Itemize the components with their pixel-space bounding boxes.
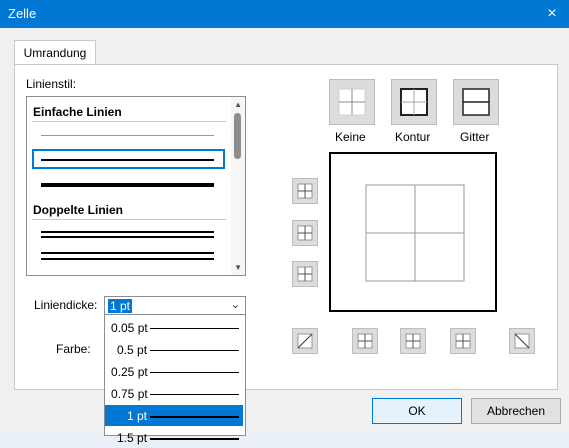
- ok-button[interactable]: OK: [372, 398, 462, 424]
- line-option[interactable]: [41, 183, 214, 187]
- color-label: Farbe:: [56, 342, 91, 356]
- section-simple-lines: Einfache Linien: [33, 105, 122, 119]
- border-bottom-button[interactable]: [292, 261, 318, 287]
- title-bar: Zelle ×: [0, 0, 569, 28]
- border-middle-button[interactable]: [292, 220, 318, 246]
- border-grid-icon: [462, 88, 490, 116]
- dropdown-option[interactable]: 0.25 pt: [105, 361, 243, 382]
- scrollbar[interactable]: ▲ ▼: [231, 97, 245, 275]
- line-option[interactable]: [41, 252, 214, 254]
- preset-outline-label: Kontur: [395, 130, 431, 144]
- line-option[interactable]: [41, 236, 214, 238]
- preview-grid: [365, 184, 465, 282]
- border-center-icon: [405, 333, 421, 349]
- border-right-icon: [455, 333, 471, 349]
- border-top-icon: [297, 183, 313, 199]
- section-double-lines: Doppelte Linien: [33, 203, 123, 217]
- border-left-button[interactable]: [352, 328, 378, 354]
- border-bottom-icon: [297, 266, 313, 282]
- diagonal-up-icon: [297, 333, 313, 349]
- line-option[interactable]: [41, 135, 214, 136]
- scroll-up-icon[interactable]: ▲: [234, 100, 242, 109]
- border-none-icon: [338, 88, 366, 116]
- close-icon[interactable]: ×: [541, 3, 563, 25]
- dropdown-option-selected[interactable]: 1 pt: [105, 405, 243, 426]
- chevron-down-icon[interactable]: ⌄: [231, 298, 240, 311]
- dialog-window: Zelle × Umrandung Linienstil: Einfache L…: [0, 0, 569, 445]
- tab-umrandung[interactable]: Umrandung: [14, 40, 96, 65]
- border-left-icon: [357, 333, 373, 349]
- line-width-dropdown[interactable]: 0.05 pt 0.5 pt 0.25 pt 0.75 pt 1 pt 1.5 …: [104, 314, 246, 445]
- line-style-list[interactable]: Einfache Linien Doppelte Linien ▲ ▼: [26, 96, 246, 276]
- border-center-button[interactable]: [400, 328, 426, 354]
- border-top-button[interactable]: [292, 178, 318, 204]
- dropdown-option[interactable]: 1.5 pt: [105, 427, 243, 448]
- border-preview[interactable]: [329, 152, 497, 312]
- dropdown-option[interactable]: 0.05 pt: [105, 317, 243, 338]
- border-middle-icon: [297, 225, 313, 241]
- preset-none-label: Keine: [335, 130, 366, 144]
- border-right-button[interactable]: [450, 328, 476, 354]
- line-width-select[interactable]: 1 pt ⌄: [104, 296, 246, 316]
- preset-grid-label: Gitter: [460, 130, 490, 144]
- scroll-thumb[interactable]: [234, 113, 241, 159]
- scroll-down-icon[interactable]: ▼: [234, 263, 242, 272]
- preset-none-button[interactable]: [329, 79, 375, 125]
- dropdown-option[interactable]: 0.5 pt: [105, 339, 243, 360]
- preset-outline-button[interactable]: [391, 79, 437, 125]
- diagonal-up-button[interactable]: [292, 328, 318, 354]
- border-outline-icon: [400, 88, 428, 116]
- line-width-value: 1 pt: [108, 299, 133, 313]
- section-divider: [32, 219, 226, 220]
- dialog-title: Zelle: [8, 6, 37, 21]
- cancel-button[interactable]: Abbrechen: [471, 398, 561, 424]
- line-option[interactable]: [41, 258, 214, 260]
- selection-frame: [32, 149, 225, 169]
- diagonal-down-icon: [514, 333, 530, 349]
- diagonal-down-button[interactable]: [509, 328, 535, 354]
- line-style-label: Linienstil:: [26, 77, 77, 91]
- line-option[interactable]: [41, 231, 214, 233]
- section-divider: [32, 121, 226, 122]
- preset-grid-button[interactable]: [453, 79, 499, 125]
- dropdown-option[interactable]: 0.75 pt: [105, 383, 243, 404]
- line-width-label: Liniendicke:: [34, 298, 98, 312]
